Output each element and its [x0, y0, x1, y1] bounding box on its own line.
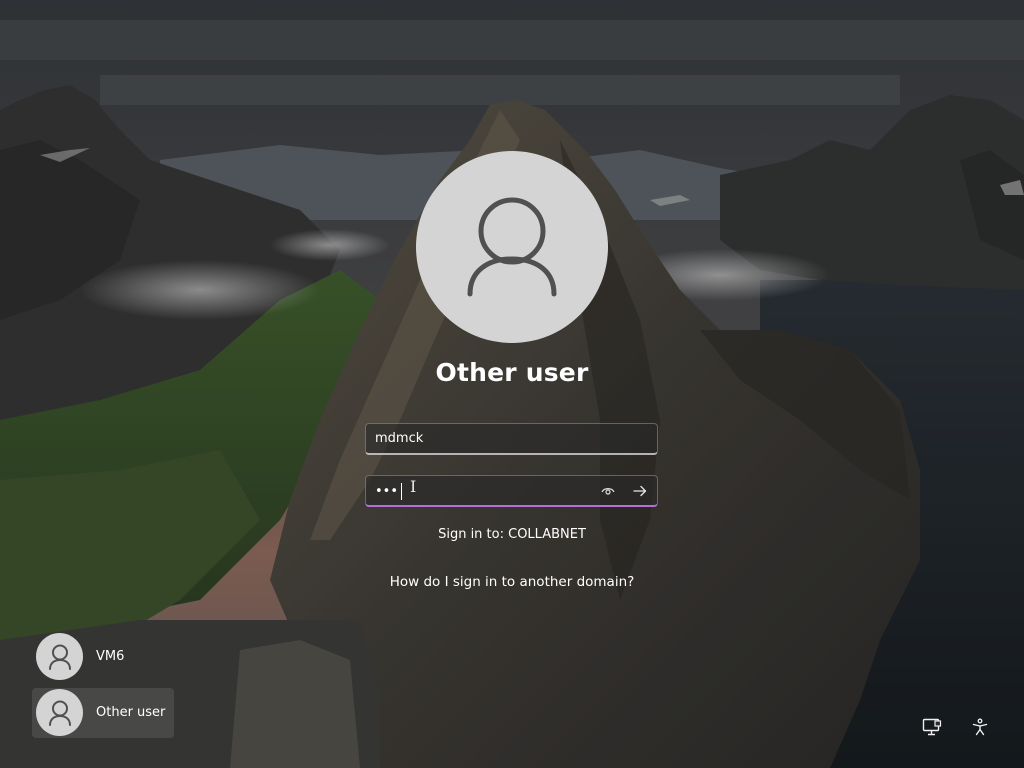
- user-silhouette-icon: [467, 197, 557, 297]
- reveal-password-button[interactable]: [595, 479, 621, 503]
- user-avatar-small: [36, 689, 83, 736]
- accessibility-button[interactable]: [965, 712, 995, 742]
- eye-icon: [601, 488, 615, 495]
- username-field-container: [365, 423, 658, 455]
- user-tile-other-user[interactable]: Other user: [32, 688, 174, 738]
- text-caret: [401, 483, 402, 500]
- submit-button[interactable]: [627, 479, 653, 503]
- user-avatar-small: [36, 633, 83, 680]
- other-domain-link[interactable]: How do I sign in to another domain?: [312, 574, 712, 590]
- user-display-name: Other user: [435, 358, 589, 387]
- user-tile-label: VM6: [96, 649, 125, 664]
- sign-in-domain-text: Sign in to: COLLABNET: [438, 527, 586, 542]
- username-input[interactable]: [366, 424, 657, 453]
- password-field-container: ••• I: [365, 475, 658, 507]
- accessibility-icon: [972, 718, 988, 736]
- arrow-right-icon: [633, 485, 647, 497]
- user-avatar-large: [416, 151, 608, 343]
- network-button[interactable]: [917, 712, 947, 742]
- user-silhouette-icon: [48, 644, 71, 670]
- user-silhouette-icon: [48, 700, 71, 726]
- ibeam-cursor-icon: I: [410, 477, 417, 496]
- password-mask: •••: [375, 484, 399, 499]
- network-icon: [922, 718, 942, 736]
- lock-screen: Other user ••• I Sign in to: COLLABNET H…: [0, 0, 1024, 768]
- user-tile-vm6[interactable]: VM6: [32, 632, 174, 682]
- user-tile-label: Other user: [96, 705, 166, 720]
